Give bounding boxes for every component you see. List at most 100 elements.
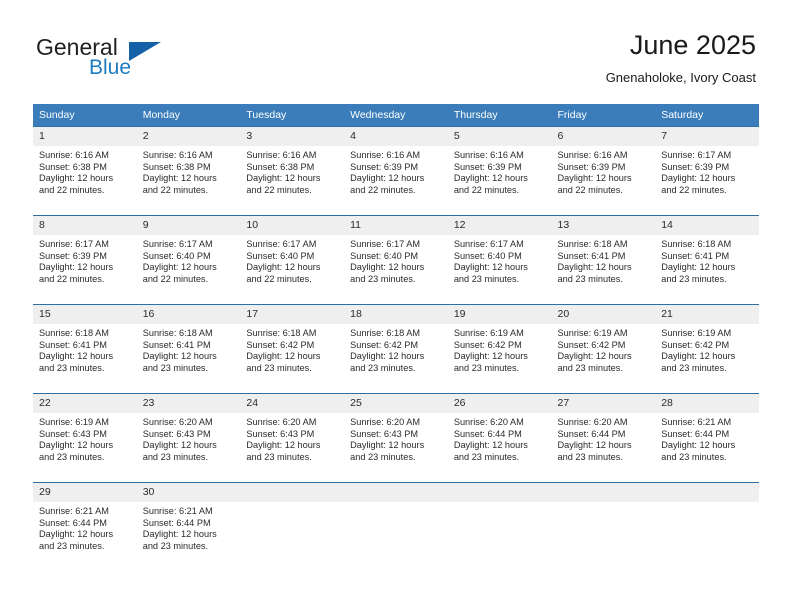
calendar-day-cell[interactable]: 2 Sunrise: 6:16 AM Sunset: 6:38 PM Daylight… [136,126,241,216]
daylight-text: Daylight: 12 hours and 22 minutes. [350,173,425,195]
calendar-page: General Blue June 2025 Gnenaholoke, Ivor… [0,0,792,612]
daylight-text: Daylight: 12 hours and 23 minutes. [350,351,425,373]
sunset-text: Sunset: 6:42 PM [557,339,626,350]
day-details: Sunrise: 6:18 AM Sunset: 6:41 PM Daylight:… [552,235,656,285]
calendar-head: Sunday Monday Tuesday Wednesday Thursday… [33,104,759,127]
day-number: 13 [551,216,656,235]
sunrise-text: Sunrise: 6:16 AM [350,150,421,160]
daylight-text: Daylight: 12 hours and 23 minutes. [557,351,632,373]
brand-logo[interactable]: General Blue [36,34,246,86]
day-number: 15 [33,305,137,324]
day-details: Sunrise: 6:17 AM Sunset: 6:40 PM Daylight:… [448,235,552,285]
day-details: Sunrise: 6:16 AM Sunset: 6:38 PM Daylight:… [137,146,241,196]
day-details: Sunrise: 6:18 AM Sunset: 6:41 PM Daylight:… [137,324,241,374]
day-number: 19 [447,305,552,324]
day-number: 27 [551,394,656,413]
triangle-flag-icon [129,42,161,61]
calendar-day-cell[interactable]: 24 Sunrise: 6:20 AM Sunset: 6:43 PM Dayligh… [240,393,345,483]
day-details: Sunrise: 6:18 AM Sunset: 6:42 PM Daylight:… [344,324,448,374]
sunset-text: Sunset: 6:43 PM [350,428,419,439]
weekday-header-sunday: Sunday [33,104,137,127]
sunrise-text: Sunrise: 6:21 AM [661,417,732,427]
daylight-text: Daylight: 12 hours and 23 minutes. [39,351,114,373]
sunset-text: Sunset: 6:40 PM [350,250,419,261]
day-details: Sunrise: 6:21 AM Sunset: 6:44 PM Daylight:… [33,502,137,552]
calendar-day-cell[interactable]: 16 Sunrise: 6:18 AM Sunset: 6:41 PM Dayligh… [136,304,241,394]
calendar-day-cell[interactable]: 21 Sunrise: 6:19 AM Sunset: 6:42 PM Dayligh… [655,304,759,394]
calendar-day-cell[interactable]: 5 Sunrise: 6:16 AM Sunset: 6:39 PM Daylight… [447,126,552,216]
day-number: 21 [655,305,759,324]
page-header: General Blue June 2025 Gnenaholoke, Ivor… [0,0,792,100]
day-number: 8 [33,216,137,235]
sunrise-text: Sunrise: 6:18 AM [350,328,421,338]
sunset-text: Sunset: 6:41 PM [39,339,107,350]
calendar-day-cell[interactable]: 27 Sunrise: 6:20 AM Sunset: 6:44 PM Dayligh… [551,393,656,483]
day-details [552,502,656,506]
day-number [240,483,345,502]
calendar-day-cell[interactable]: 20 Sunrise: 6:19 AM Sunset: 6:42 PM Dayligh… [551,304,656,394]
calendar-day-cell[interactable]: 29 Sunrise: 6:21 AM Sunset: 6:44 PM Dayligh… [33,482,137,571]
calendar-day-cell[interactable]: 14 Sunrise: 6:18 AM Sunset: 6:41 PM Dayligh… [655,215,759,305]
sunrise-text: Sunrise: 6:17 AM [350,239,421,249]
sunset-text: Sunset: 6:44 PM [453,428,522,439]
calendar-day-cell[interactable]: 1 Sunrise: 6:16 AM Sunset: 6:38 PM Daylight… [33,126,137,216]
day-number: 28 [655,394,759,413]
calendar-day-cell[interactable]: 28 Sunrise: 6:21 AM Sunset: 6:44 PM Dayligh… [655,393,759,483]
day-details: Sunrise: 6:18 AM Sunset: 6:42 PM Daylight:… [240,324,344,374]
day-number: 24 [240,394,345,413]
day-number: 22 [33,394,137,413]
day-number: 5 [447,127,552,146]
sunrise-text: Sunrise: 6:16 AM [453,150,524,160]
calendar-day-cell[interactable]: 22 Sunrise: 6:19 AM Sunset: 6:43 PM Dayligh… [33,393,137,483]
sunset-text: Sunset: 6:43 PM [142,428,211,439]
day-details [448,502,552,506]
calendar-day-cell[interactable]: 11 Sunrise: 6:17 AM Sunset: 6:40 PM Dayligh… [344,215,448,305]
daylight-text: Daylight: 12 hours and 23 minutes. [142,529,217,551]
day-details: Sunrise: 6:18 AM Sunset: 6:41 PM Daylight:… [33,324,137,374]
daylight-text: Daylight: 12 hours and 22 minutes. [246,173,321,195]
daylight-text: Daylight: 12 hours and 23 minutes. [246,440,321,462]
day-number: 18 [344,305,448,324]
weekday-header-saturday: Saturday [655,104,759,127]
day-number: 17 [240,305,345,324]
calendar-day-cell[interactable]: 3 Sunrise: 6:16 AM Sunset: 6:38 PM Daylight… [240,126,345,216]
calendar-day-cell[interactable]: 26 Sunrise: 6:20 AM Sunset: 6:44 PM Dayligh… [447,393,552,483]
day-details: Sunrise: 6:16 AM Sunset: 6:39 PM Daylight:… [552,146,656,196]
daylight-text: Daylight: 12 hours and 22 minutes. [557,173,632,195]
daylight-text: Daylight: 12 hours and 22 minutes. [453,173,528,195]
sunrise-text: Sunrise: 6:17 AM [453,239,524,249]
day-number: 14 [655,216,759,235]
sunrise-text: Sunrise: 6:16 AM [39,150,109,160]
calendar-day-cell[interactable]: 17 Sunrise: 6:18 AM Sunset: 6:42 PM Dayligh… [240,304,345,394]
calendar-day-cell[interactable]: 30 Sunrise: 6:21 AM Sunset: 6:44 PM Dayligh… [136,482,241,571]
calendar-day-cell[interactable]: 13 Sunrise: 6:18 AM Sunset: 6:41 PM Dayligh… [551,215,656,305]
daylight-text: Daylight: 12 hours and 22 minutes. [142,173,217,195]
sunrise-text: Sunrise: 6:18 AM [557,239,628,249]
calendar-day-cell[interactable]: 15 Sunrise: 6:18 AM Sunset: 6:41 PM Dayligh… [33,304,137,394]
calendar-day-cell[interactable]: 9 Sunrise: 6:17 AM Sunset: 6:40 PM Daylight… [136,215,241,305]
calendar-day-cell-empty [551,482,656,571]
calendar-day-cell[interactable]: 4 Sunrise: 6:16 AM Sunset: 6:39 PM Daylight… [344,126,448,216]
calendar-day-cell[interactable]: 19 Sunrise: 6:19 AM Sunset: 6:42 PM Dayligh… [447,304,552,394]
sunset-text: Sunset: 6:39 PM [557,161,626,172]
calendar-day-cell[interactable]: 10 Sunrise: 6:17 AM Sunset: 6:40 PM Dayligh… [240,215,345,305]
calendar-day-cell[interactable]: 8 Sunrise: 6:17 AM Sunset: 6:39 PM Daylight… [33,215,137,305]
calendar-day-cell[interactable]: 23 Sunrise: 6:20 AM Sunset: 6:43 PM Dayligh… [136,393,241,483]
calendar-day-cell[interactable]: 7 Sunrise: 6:17 AM Sunset: 6:39 PM Daylight… [655,126,759,216]
day-details: Sunrise: 6:20 AM Sunset: 6:44 PM Daylight:… [448,413,552,463]
sunset-text: Sunset: 6:39 PM [39,250,107,261]
daylight-text: Daylight: 12 hours and 22 minutes. [246,262,321,284]
daylight-text: Daylight: 12 hours and 23 minutes. [142,440,217,462]
daylight-text: Daylight: 12 hours and 23 minutes. [453,262,528,284]
day-number: 16 [136,305,241,324]
day-number [655,483,759,502]
day-details: Sunrise: 6:17 AM Sunset: 6:40 PM Daylight:… [344,235,448,285]
calendar-day-cell[interactable]: 18 Sunrise: 6:18 AM Sunset: 6:42 PM Dayligh… [344,304,448,394]
sunset-text: Sunset: 6:44 PM [557,428,626,439]
brand-name-blue: Blue [89,56,132,79]
sunrise-text: Sunrise: 6:18 AM [39,328,109,338]
calendar-day-cell[interactable]: 25 Sunrise: 6:20 AM Sunset: 6:43 PM Dayligh… [344,393,448,483]
calendar-day-cell[interactable]: 6 Sunrise: 6:16 AM Sunset: 6:39 PM Daylight… [551,126,656,216]
day-details: Sunrise: 6:19 AM Sunset: 6:42 PM Daylight:… [655,324,759,374]
calendar-day-cell[interactable]: 12 Sunrise: 6:17 AM Sunset: 6:40 PM Dayligh… [447,215,552,305]
